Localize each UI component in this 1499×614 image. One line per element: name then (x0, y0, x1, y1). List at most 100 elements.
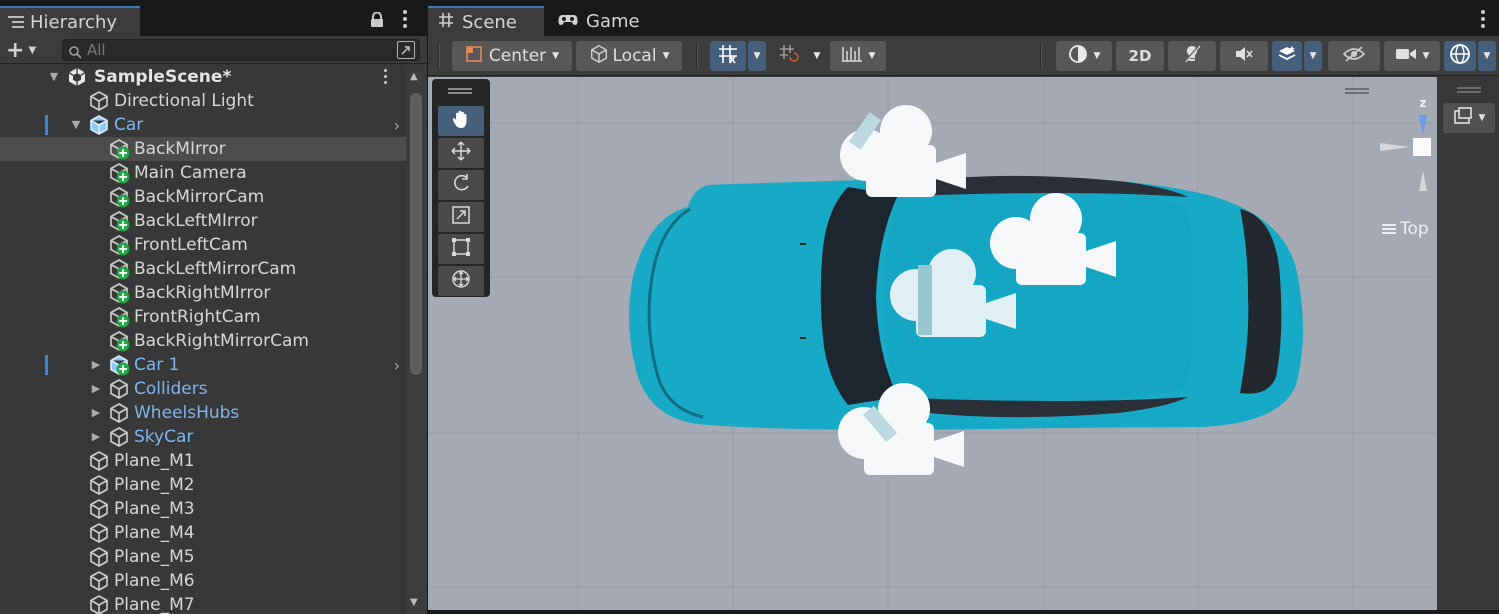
pivot-mode-dropdown[interactable]: Center ▼ (452, 41, 572, 71)
grid-snap-dropdown[interactable]: ▼ (748, 41, 766, 71)
hidden-objects-toggle[interactable] (1328, 41, 1380, 71)
z-axis-cone[interactable] (1419, 115, 1427, 135)
hierarchy-row[interactable]: BackRightMirrorCam (0, 329, 406, 353)
hierarchy-item-label: Car 1 (134, 355, 180, 375)
grid-icon (438, 12, 454, 33)
hierarchy-row[interactable]: Main Camera (0, 161, 406, 185)
hierarchy-item-label: FrontLeftCam (134, 235, 248, 255)
hierarchy-row[interactable]: FrontLeftCam (0, 233, 406, 257)
tab-scene[interactable]: Scene (428, 6, 544, 36)
scene-more-options-icon[interactable] (1476, 10, 1490, 30)
chevron-right-icon[interactable]: › (394, 116, 400, 135)
hierarchy-row[interactable]: Plane_M2 (0, 473, 406, 497)
lighting-toggle[interactable] (1168, 41, 1216, 71)
search-options-icon[interactable] (397, 41, 415, 59)
rotate-icon (450, 172, 472, 199)
hierarchy-row[interactable]: Plane_M1 (0, 449, 406, 473)
side-overlay-grip[interactable] (1457, 87, 1481, 93)
expand-arrow-icon[interactable]: ▼ (48, 71, 60, 83)
scene-more-icon[interactable] (384, 69, 387, 84)
increment-snap-icon (778, 43, 800, 70)
gizmos-toggle[interactable] (1444, 41, 1476, 71)
gizmos-dropdown[interactable]: ▼ (1478, 41, 1496, 71)
gameobject-cube-icon (108, 210, 130, 232)
ruler-icon (841, 45, 863, 68)
gameobject-cube-icon (88, 474, 110, 496)
prefab-cube-icon (88, 114, 110, 136)
more-options-icon[interactable] (398, 10, 412, 30)
transform-tool-button[interactable] (438, 266, 484, 296)
collapse-arrow-icon[interactable]: ▶ (90, 407, 102, 419)
overlay-menu-grip[interactable] (1345, 88, 1369, 94)
caret-down-icon: ▼ (868, 51, 876, 61)
hierarchy-row[interactable]: BackLeftMirrorCam (0, 257, 406, 281)
hierarchy-item-label: BackLeftMirrorCam (134, 259, 297, 279)
chevron-right-icon[interactable]: › (394, 356, 400, 375)
collapse-arrow-icon[interactable]: ▶ (90, 383, 102, 395)
scale-tool-button[interactable] (438, 202, 484, 232)
tools-overlay-grip[interactable] (448, 88, 472, 94)
hierarchy-scrollbar[interactable]: ▲ ▼ (406, 65, 426, 614)
hierarchy-row[interactable]: Plane_M5 (0, 545, 406, 569)
2d-toggle-button[interactable]: 2D (1116, 41, 1164, 71)
draw-mode-dropdown[interactable]: ▼ (1056, 41, 1112, 71)
search-box[interactable] (62, 39, 420, 61)
hierarchy-row[interactable]: ▶ Colliders (0, 377, 406, 401)
overlay-toggle-dropdown[interactable]: ▼ (1443, 103, 1495, 133)
hierarchy-row[interactable]: BackRightMIrror (0, 281, 406, 305)
hierarchy-row[interactable]: Directional Light (0, 89, 406, 113)
hierarchy-row[interactable]: FrontRightCam (0, 305, 406, 329)
increment-snap-toggle[interactable] (772, 41, 806, 71)
hierarchy-row[interactable]: ▶ WheelsHubs (0, 401, 406, 425)
view-orientation-label[interactable]: Top (1382, 219, 1429, 239)
orientation-gizmo[interactable]: z x (1368, 95, 1437, 205)
search-input[interactable] (87, 41, 377, 59)
gizmo-center-cube[interactable] (1413, 138, 1431, 156)
neg-z-axis-cone[interactable] (1419, 171, 1427, 191)
caret-down-icon: ▼ (753, 51, 761, 61)
hierarchy-row[interactable]: BackMIrror (0, 137, 406, 161)
increment-snap-dropdown[interactable]: ▼ (808, 41, 826, 71)
neg-x-axis-cone[interactable] (1380, 143, 1410, 151)
pivot-space-dropdown[interactable]: Local ▼ (576, 41, 682, 71)
hierarchy-row[interactable]: Plane_M3 (0, 497, 406, 521)
z-axis-label: z (1420, 96, 1427, 110)
ruler-snap-dropdown[interactable]: ▼ (830, 41, 886, 71)
tab-hierarchy[interactable]: Hierarchy (0, 6, 140, 36)
hierarchy-row[interactable]: BackLeftMIrror (0, 209, 406, 233)
create-plus-label: + (6, 37, 25, 63)
scene-viewport[interactable]: z x Top (428, 77, 1437, 610)
scene-side-strip: ▼ (1437, 77, 1499, 610)
rect-tool-button[interactable] (438, 234, 484, 264)
hierarchy-row[interactable]: ▶ SkyCar (0, 425, 406, 449)
shading-mode-icon (1068, 44, 1088, 69)
rotate-tool-button[interactable] (438, 170, 484, 200)
hierarchy-row[interactable]: ▼ Car › (0, 113, 406, 137)
hierarchy-row[interactable]: Plane_M4 (0, 521, 406, 545)
lock-icon[interactable] (370, 11, 384, 28)
collapse-arrow-icon[interactable]: ▶ (90, 431, 102, 443)
move-tool-button[interactable] (438, 138, 484, 168)
view-tool-button[interactable] (438, 106, 484, 136)
gameobject-cube-icon (88, 498, 110, 520)
hierarchy-item-label: BackRightMirrorCam (134, 331, 309, 351)
scroll-up-icon[interactable]: ▲ (410, 71, 418, 82)
create-button[interactable]: + ▼ (6, 37, 46, 63)
tab-game[interactable]: Game (548, 6, 648, 36)
scroll-down-icon[interactable]: ▼ (410, 597, 418, 608)
collapse-arrow-icon[interactable]: ▶ (90, 359, 102, 371)
hierarchy-tree[interactable]: ▼ SampleScene* Directional Light ▼ Car › Bac… (0, 65, 410, 614)
audio-toggle[interactable] (1220, 41, 1268, 71)
hierarchy-row[interactable]: BackMirrorCam (0, 185, 406, 209)
grid-snap-toggle[interactable] (710, 41, 746, 71)
expand-arrow-icon[interactable]: ▼ (70, 119, 82, 131)
hierarchy-row[interactable]: Plane_M6 (0, 569, 406, 593)
camera-settings-dropdown[interactable]: ▼ (1384, 41, 1440, 71)
effects-toggle[interactable] (1272, 41, 1302, 71)
hierarchy-row[interactable]: Plane_M7 (0, 593, 406, 614)
hierarchy-row[interactable]: ▶ Car 1 › (0, 353, 406, 377)
scene-root-row[interactable]: ▼ SampleScene* (0, 65, 406, 89)
scrollbar-thumb[interactable] (410, 93, 422, 375)
effects-dropdown[interactable]: ▼ (1304, 41, 1322, 71)
orientation-text: Top (1400, 219, 1429, 239)
